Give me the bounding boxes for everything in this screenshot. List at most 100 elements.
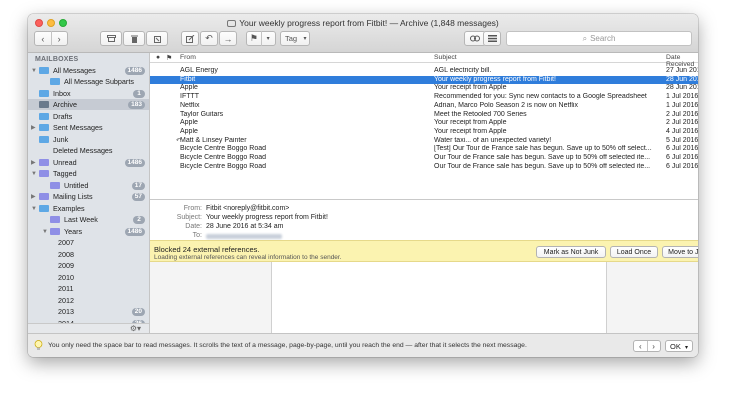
message-row[interactable]: AGL Energy AGL electricity bill. 27 Jun … [150,67,698,76]
message-row-selected[interactable]: Fitbit Your weekly progress report from … [150,75,698,85]
delete-button[interactable] [123,31,145,46]
disclosure-closed-icon[interactable]: ▶ [31,124,36,131]
mailbox-last-week[interactable]: Last Week 2 [28,214,149,225]
flag-menu-button[interactable]: ⚑ ▾ [246,31,276,46]
mailbox-year-2011[interactable]: 2011 [28,283,149,294]
message-row[interactable]: Apple Your receipt from Apple 28 Jun 201… [150,84,698,93]
mailbox-inbox[interactable]: Inbox 1 [28,88,149,99]
mailbox-unread[interactable]: ▶ Unread 1486 [28,157,149,168]
column-from[interactable]: From [180,54,196,61]
toolbar: Your weekly progress report from Fitbit!… [28,14,698,53]
mailbox-untitled[interactable]: Untitled 17 [28,180,149,191]
tag-menu-button[interactable]: Tag ▾ [280,31,310,46]
mailbox-year-2009[interactable]: 2009 [28,260,149,271]
move-to-junk-button[interactable]: Move to Junk [662,246,698,258]
mailbox-years[interactable]: ▼ Years 1486 [28,226,149,237]
unread-column-dot-icon[interactable]: ● [156,54,160,61]
mailbox-tagged[interactable]: ▼ Tagged [28,168,149,179]
message-row[interactable]: Taylor Guitars Meet the Retooled 700 Ser… [150,111,698,120]
disclosure-closed-icon[interactable]: ▶ [31,159,36,166]
message-row[interactable]: Apple Your receipt from Apple 2 Jul 2016 [150,119,698,128]
reply-button[interactable]: ↶ [200,31,218,46]
message-row[interactable]: Bicycle Centre Boggo Road [Test] Our Tou… [150,145,698,154]
disclosure-closed-icon[interactable]: ▶ [31,193,36,200]
archive-button[interactable] [100,31,122,46]
mailbox-year-2013[interactable]: 2013 20 [28,306,149,317]
message-row[interactable]: Apple Your receipt from Apple 4 Jul 2016 [150,128,698,137]
mailbox-year-2008[interactable]: 2008 [28,249,149,260]
chevron-down-icon: ▾ [303,36,307,42]
column-subject[interactable]: Subject [434,54,457,61]
mailbox-junk[interactable]: Junk [28,134,149,145]
tip-ok-button[interactable]: OK ▾ [665,340,693,352]
tip-navigation[interactable]: ‹ › [633,340,661,352]
mailbox-all-messages[interactable]: ▼ All Messages 1486 [28,65,149,76]
forward-button[interactable]: › [51,34,67,44]
message-from: Apple [180,127,198,135]
back-button[interactable]: ‹ [35,34,51,44]
disclosure-open-icon[interactable]: ▼ [31,68,37,74]
column-header-row: ● ⚑ From Subject Date Received [150,53,698,68]
message-from: AGL Energy [180,67,218,74]
unread-count-badge: 1486 [124,158,145,167]
message-from: Apple [180,84,198,92]
mailbox-label: Archive [53,100,77,109]
mailbox-examples[interactable]: ▼ Examples [28,203,149,214]
smart-folder-icon [50,228,60,235]
date-key: Date: [185,223,202,230]
junk-button[interactable] [146,31,168,46]
folder-icon [39,205,49,212]
tag-label: Tag [284,34,298,43]
next-tip-button[interactable]: › [647,341,660,351]
message-date: 28 Jun 2016 [666,84,698,92]
mailbox-label: Last Week [64,215,98,224]
message-row[interactable]: Bicycle Centre Boggo Road Our Tour de Fr… [150,154,698,163]
flag-column-icon[interactable]: ⚑ [166,54,172,62]
mailbox-drafts[interactable]: Drafts [28,111,149,122]
mailbox-sent-messages[interactable]: ▶ Sent Messages [28,122,149,133]
message-row[interactable]: Netflix Adrian, Marco Polo Season 2 is n… [150,102,698,111]
message-date: 28 Jun 2016 [666,75,698,83]
message-body-frame[interactable] [271,262,607,333]
mailbox-year-2010[interactable]: 2010 [28,272,149,283]
unread-count-badge: 17 [131,181,145,190]
smart-folder-icon [50,182,60,189]
search-field[interactable]: ⌕ Search [506,31,692,46]
chevron-down-icon: ▾ [266,36,270,42]
mailbox-mailing-lists[interactable]: ▶ Mailing Lists 57 [28,191,149,202]
gear-icon[interactable]: ⚙▾ [130,324,141,333]
mailbox-year-2012[interactable]: 2012 [28,295,149,306]
mailbox-label: Unread [53,158,77,167]
disclosure-open-icon[interactable]: ▼ [31,206,37,212]
mark-not-junk-button[interactable]: Mark as Not Junk [536,246,606,258]
mailbox-deleted-messages[interactable]: Deleted Messages [28,145,149,156]
smart-folder-icon [39,159,49,166]
mailbox-label: 2009 [58,261,74,270]
back-forward-control[interactable]: ‹ › [34,31,68,46]
column-date-received[interactable]: Date Received [666,54,698,68]
forward-message-button[interactable]: → [219,31,237,46]
mailbox-label: Tagged [53,169,77,178]
message-row[interactable]: ↶ Matt & Linsey Painter Water taxi... of… [150,137,698,146]
disclosure-open-icon[interactable]: ▼ [31,171,37,177]
mailbox-label: Inbox [53,89,71,98]
message-subject: Recommended for you: Sync new contacts t… [434,93,647,101]
to-key: To: [192,232,202,239]
mailbox-all-message-subparts[interactable]: All Message Subparts [28,76,149,87]
previous-tip-button[interactable]: ‹ [634,341,647,351]
inbox-tray-icon [39,90,49,97]
message-row[interactable]: Bicycle Centre Boggo Road Our Tour de Fr… [150,163,698,172]
from-value[interactable]: Fitbit <noreply@fitbit.com> [206,205,289,212]
banner-title: Blocked 24 external references. [154,245,260,254]
load-once-button[interactable]: Load Once [610,246,658,258]
view-toggle-button[interactable] [483,31,501,46]
compose-button[interactable] [181,31,199,46]
forward-arrow-icon: → [223,33,233,44]
message-row[interactable]: IFTTT Recommended for you: Sync new cont… [150,93,698,102]
message-subject: [Test] Our Tour de France sale has begun… [434,145,652,153]
disclosure-open-icon[interactable]: ▼ [42,229,48,235]
mailbox-archive[interactable]: Archive 183 [28,99,149,110]
message-from: Bicycle Centre Boggo Road [180,162,266,170]
mailbox-label: Junk [53,135,69,144]
mailbox-year-2007[interactable]: 2007 [28,237,149,248]
